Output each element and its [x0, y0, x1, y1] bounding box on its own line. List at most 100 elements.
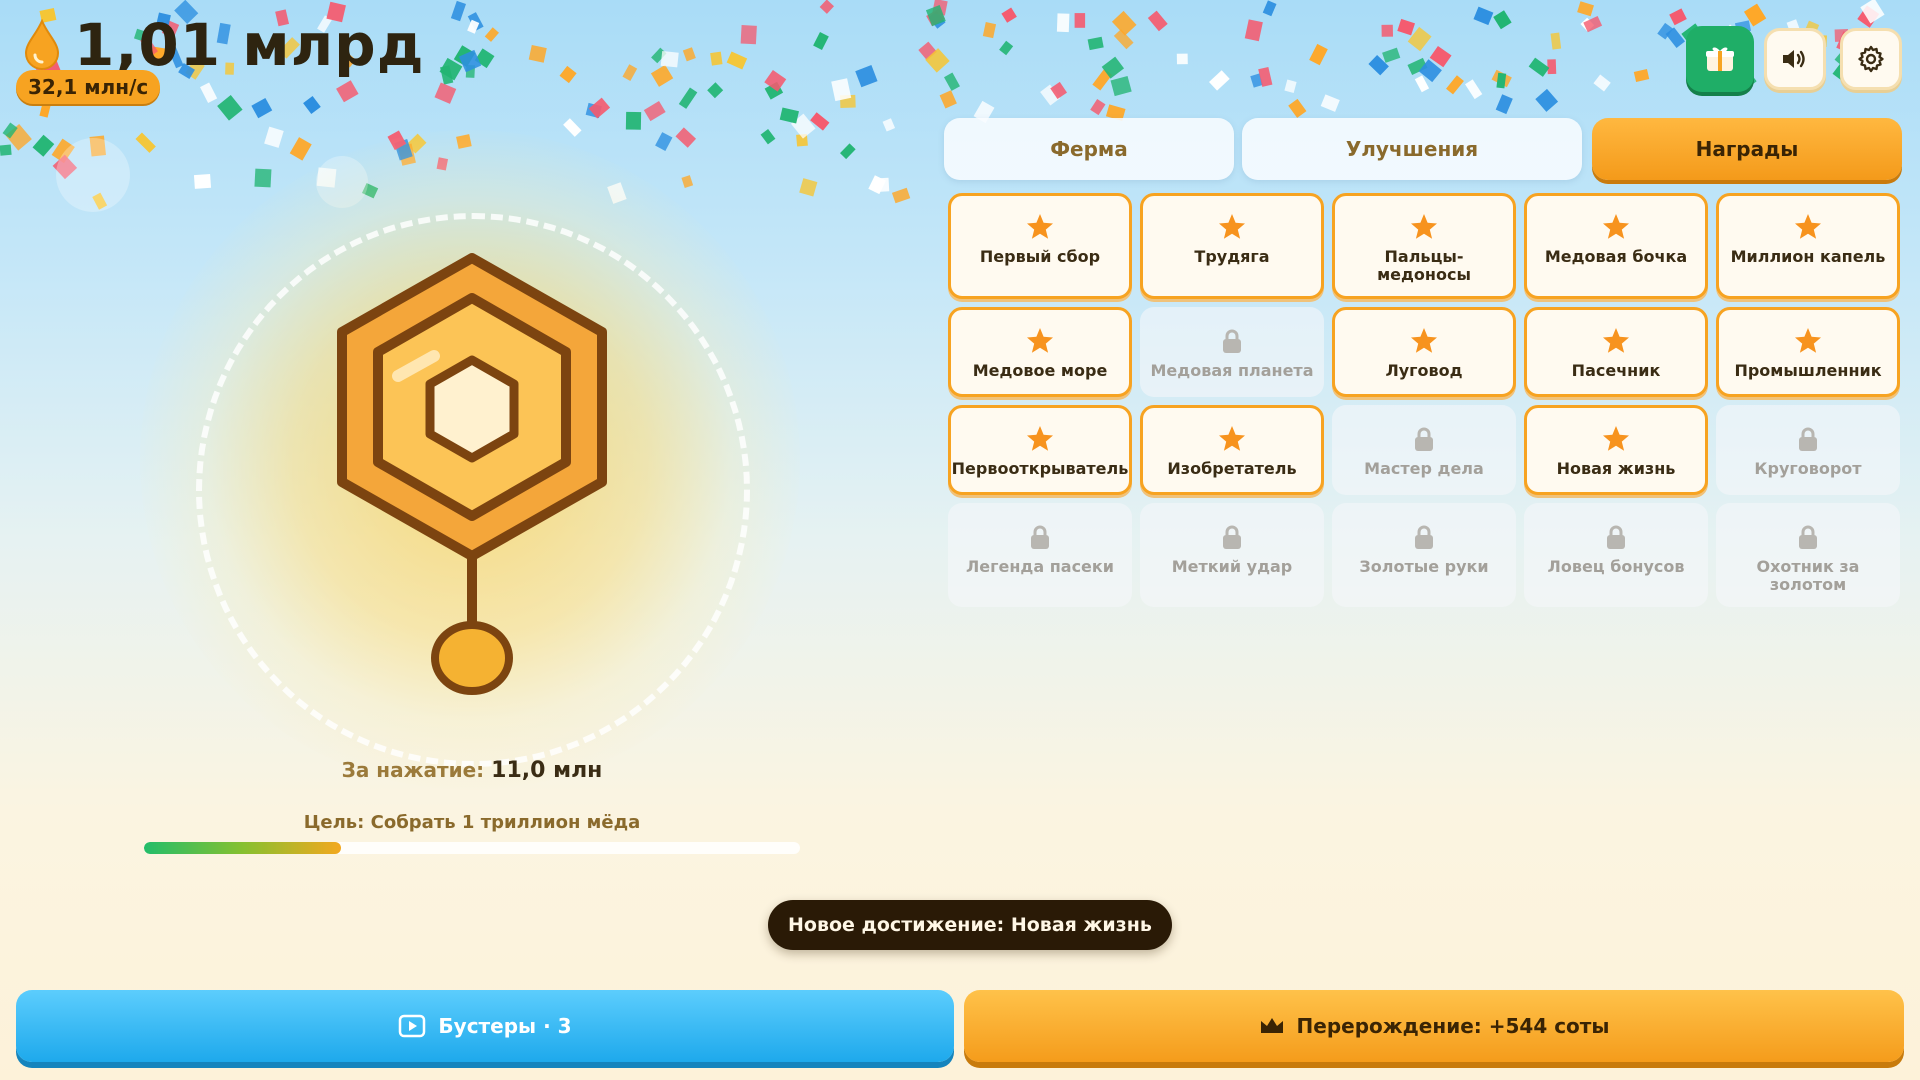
confetti-piece — [1657, 22, 1674, 40]
confetti-piece — [467, 12, 484, 31]
achievement-label: Изобретатель — [1167, 459, 1297, 478]
star-icon — [1219, 214, 1245, 239]
confetti-piece — [585, 102, 602, 119]
confetti-piece — [999, 40, 1014, 56]
achievement-label: Охотник за золотом — [1756, 557, 1860, 594]
achievement-card[interactable]: Мастер дела — [1332, 405, 1516, 495]
confetti-piece — [1414, 75, 1430, 93]
confetti-piece — [1495, 94, 1513, 115]
confetti-piece — [839, 94, 856, 109]
confetti-piece — [193, 173, 212, 189]
achievement-label: Пасечник — [1571, 361, 1661, 380]
per-tap-label: За нажатие: — [341, 758, 485, 782]
sound-button[interactable] — [1764, 28, 1826, 90]
achievement-card[interactable]: Новая жизнь — [1524, 405, 1708, 495]
achievement-card[interactable]: Охотник за золотом — [1716, 503, 1900, 607]
star-icon — [1027, 328, 1053, 353]
confetti-piece — [32, 134, 55, 157]
tab-farm[interactable]: Ферма — [944, 118, 1234, 180]
achievement-label: Мастер дела — [1364, 459, 1484, 478]
boosters-button[interactable]: Бустеры · 3 — [16, 990, 954, 1062]
confetti-piece — [254, 168, 272, 188]
achievement-card[interactable]: Изобретатель — [1140, 405, 1324, 495]
confetti-piece — [1001, 7, 1017, 23]
confetti-piece — [1583, 15, 1603, 33]
confetti-piece — [813, 32, 829, 51]
tab-upgrades[interactable]: Улучшения — [1242, 118, 1582, 180]
achievement-card[interactable]: Ловец бонусов — [1524, 503, 1708, 607]
confetti-piece — [474, 48, 495, 69]
achievement-card[interactable]: Пальцы-медоносы — [1332, 193, 1516, 299]
achievement-card[interactable]: Промышленник — [1716, 307, 1900, 397]
achievement-label: Медовая бочка — [1544, 247, 1688, 266]
achievement-card[interactable]: Медовая бочка — [1524, 193, 1708, 299]
confetti-piece — [465, 64, 476, 78]
lock-icon — [1607, 525, 1625, 549]
confetti-piece — [1491, 69, 1512, 88]
confetti-piece — [873, 177, 890, 193]
confetti-piece — [336, 80, 359, 103]
honeycomb-medal-icon[interactable] — [330, 250, 610, 700]
confetti-piece — [1110, 75, 1132, 97]
achievement-label: Медовая планета — [1150, 361, 1314, 380]
achievement-card[interactable]: Первый сбор — [948, 193, 1132, 299]
confetti-piece — [0, 144, 12, 156]
confetti-piece — [982, 22, 997, 39]
confetti-piece — [1309, 43, 1328, 66]
confetti-piece — [1381, 24, 1394, 37]
confetti-piece — [726, 51, 748, 70]
lock-icon — [1031, 525, 1049, 549]
goal-progress-fill — [144, 842, 341, 854]
achievement-card[interactable]: Круговорот — [1716, 405, 1900, 495]
rebirth-label: Перерождение: +544 соты — [1296, 1014, 1610, 1038]
confetti-piece — [891, 187, 911, 204]
confetti-piece — [1250, 73, 1264, 88]
achievement-label: Первооткрыватель — [951, 459, 1129, 478]
confetti-piece — [1429, 45, 1452, 68]
star-icon — [1027, 426, 1053, 451]
confetti-piece — [1101, 56, 1125, 79]
confetti-piece — [819, 0, 835, 14]
achievement-card[interactable]: Меткий удар — [1140, 503, 1324, 607]
boosters-label: Бустеры · 3 — [438, 1014, 572, 1038]
star-icon — [1027, 214, 1053, 239]
achievement-card[interactable]: Пасечник — [1524, 307, 1708, 397]
confetti-piece — [625, 111, 642, 130]
confetti-piece — [528, 44, 547, 63]
rebirth-button[interactable]: Перерождение: +544 соты — [964, 990, 1904, 1062]
achievement-label: Луговод — [1385, 361, 1463, 380]
settings-button[interactable] — [1840, 28, 1902, 90]
confetti-piece — [655, 132, 673, 151]
confetti-piece — [939, 90, 957, 109]
gift-button[interactable] — [1686, 26, 1754, 92]
confetti-piece — [764, 69, 787, 92]
tab-rewards[interactable]: Награды — [1592, 118, 1902, 180]
confetti-piece — [1288, 98, 1307, 118]
lock-icon — [1415, 427, 1433, 451]
confetti-piece — [928, 11, 946, 29]
star-icon — [1795, 328, 1821, 353]
confetti-piece — [1418, 59, 1442, 83]
star-icon — [1795, 214, 1821, 239]
star-icon — [1411, 328, 1437, 353]
confetti-piece — [1535, 88, 1559, 112]
achievement-card[interactable]: Золотые руки — [1332, 503, 1516, 607]
achievement-label: Новая жизнь — [1556, 459, 1676, 478]
achievement-card[interactable]: Трудяга — [1140, 193, 1324, 299]
confetti-piece — [1147, 10, 1168, 32]
speaker-icon — [1783, 50, 1805, 68]
confetti-piece — [453, 45, 476, 68]
achievement-card[interactable]: Первооткрыватель — [948, 405, 1132, 495]
achievement-card[interactable]: Медовая планета — [1140, 307, 1324, 397]
lock-icon — [1799, 427, 1817, 451]
achievement-card[interactable]: Луговод — [1332, 307, 1516, 397]
achievement-label: Меткий удар — [1171, 557, 1293, 576]
achievement-card[interactable]: Легенда пасеки — [948, 503, 1132, 607]
achievement-card[interactable]: Медовое море — [948, 307, 1132, 397]
confetti-piece — [1550, 32, 1562, 50]
confetti-piece — [484, 27, 499, 42]
achievement-card[interactable]: Миллион капель — [1716, 193, 1900, 299]
confetti-piece — [39, 102, 51, 118]
confetti-piece — [882, 118, 896, 132]
confetti-piece — [1382, 47, 1401, 63]
